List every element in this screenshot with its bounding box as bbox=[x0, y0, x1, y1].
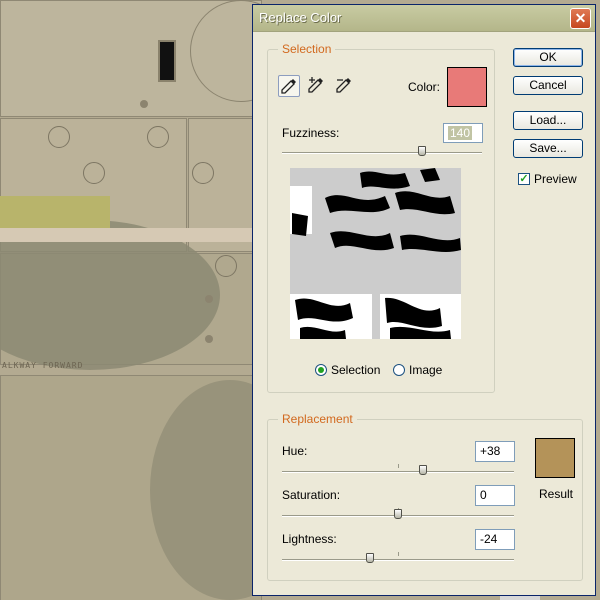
cancel-button[interactable]: Cancel bbox=[513, 76, 583, 95]
image-radio-label[interactable]: Image bbox=[409, 363, 442, 377]
rivet-dot bbox=[140, 100, 148, 108]
canvas-slot bbox=[158, 40, 176, 82]
eyedropper-plus-icon bbox=[308, 77, 323, 93]
save-button[interactable]: Save... bbox=[513, 139, 583, 158]
lightness-input[interactable]: -24 bbox=[475, 529, 515, 550]
rivet-circle bbox=[215, 255, 237, 277]
dialog-title: Replace Color bbox=[259, 10, 342, 25]
fuzziness-slider-track[interactable] bbox=[282, 152, 482, 154]
lightness-slider-tick bbox=[398, 552, 399, 556]
hue-input[interactable]: +38 bbox=[475, 441, 515, 462]
rivet-circle bbox=[192, 162, 214, 184]
light-stripe bbox=[0, 228, 260, 242]
rivet-dot bbox=[205, 335, 213, 343]
rivet-dot bbox=[205, 295, 213, 303]
ok-button[interactable]: OK bbox=[513, 48, 583, 67]
eyedropper-subtract-tool[interactable] bbox=[334, 75, 356, 97]
close-icon: ✕ bbox=[574, 10, 587, 26]
hue-label: Hue: bbox=[282, 444, 308, 458]
canvas-stencil-text: ALKWAY FORWARD bbox=[2, 361, 84, 370]
eyedropper-tool[interactable] bbox=[278, 75, 300, 97]
selection-radio[interactable] bbox=[315, 364, 327, 376]
color-label: Color: bbox=[408, 80, 441, 94]
lightness-slider-track[interactable] bbox=[282, 559, 514, 561]
hue-slider-thumb[interactable] bbox=[419, 465, 427, 475]
selection-color-swatch[interactable] bbox=[447, 67, 487, 107]
rivet-circle bbox=[48, 126, 70, 148]
selection-preview bbox=[290, 168, 461, 339]
replacement-group-label: Replacement bbox=[278, 412, 357, 426]
saturation-slider-thumb[interactable] bbox=[394, 509, 402, 519]
check-icon: ✓ bbox=[519, 173, 529, 185]
lightness-slider-thumb[interactable] bbox=[366, 553, 374, 563]
eyedropper-minus-icon bbox=[336, 78, 351, 93]
fuzziness-input[interactable]: 140 bbox=[443, 123, 483, 143]
selection-group-label: Selection bbox=[278, 42, 336, 56]
rivet-circle bbox=[147, 126, 169, 148]
image-radio[interactable] bbox=[393, 364, 405, 376]
lightness-label: Lightness: bbox=[282, 532, 337, 546]
title-bar[interactable]: Replace Color ✕ bbox=[253, 5, 595, 32]
replace-color-dialog: Replace Color ✕ Selection Color: Fuzzine… bbox=[252, 4, 596, 596]
replacement-group: Replacement Hue: +38 Saturation: 0 Light… bbox=[267, 412, 583, 581]
result-label: Result bbox=[539, 487, 574, 501]
hue-slider-track[interactable] bbox=[282, 471, 514, 473]
load-button[interactable]: Load... bbox=[513, 111, 583, 130]
eyedropper-add-tool[interactable] bbox=[306, 75, 328, 97]
fuzziness-slider-thumb[interactable] bbox=[418, 146, 426, 156]
saturation-label: Saturation: bbox=[282, 488, 341, 502]
fuzziness-label: Fuzziness: bbox=[282, 126, 340, 140]
saturation-input[interactable]: 0 bbox=[475, 485, 515, 506]
preview-label[interactable]: Preview bbox=[534, 172, 577, 186]
hue-slider-tick bbox=[398, 464, 399, 468]
fuzziness-value: 140 bbox=[448, 126, 473, 140]
close-button[interactable]: ✕ bbox=[570, 8, 591, 29]
eyedropper-icon bbox=[281, 79, 296, 94]
selection-mask-image bbox=[290, 168, 461, 339]
preview-checkbox[interactable]: ✓ bbox=[518, 173, 530, 185]
result-color-swatch[interactable] bbox=[535, 438, 575, 478]
yellow-stripe bbox=[0, 196, 110, 230]
selection-radio-label[interactable]: Selection bbox=[331, 363, 380, 377]
rivet-circle bbox=[83, 162, 105, 184]
